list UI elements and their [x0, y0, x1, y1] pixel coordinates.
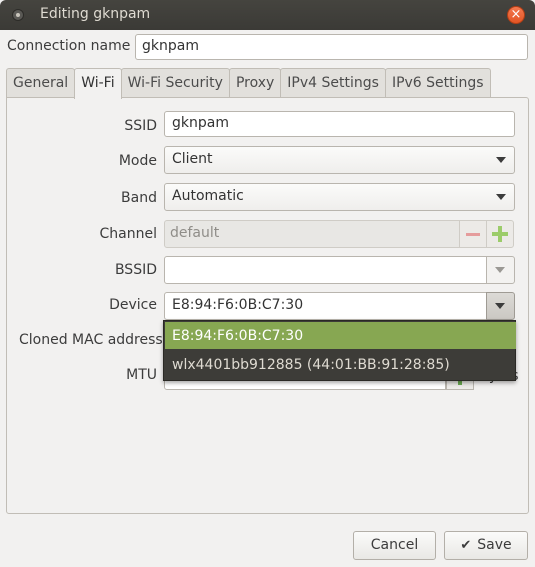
connection-name-label: Connection name [7, 38, 131, 54]
channel-label: Channel [99, 226, 157, 242]
chevron-down-icon [496, 194, 506, 200]
mode-select[interactable]: Client [164, 146, 515, 174]
bssid-input[interactable] [164, 256, 487, 284]
mtu-label: MTU [126, 367, 157, 383]
band-label: Band [121, 190, 157, 206]
device-option-selected[interactable]: E8:94:F6:0B:C7:30 [165, 322, 516, 349]
mode-value: Client [172, 151, 213, 167]
cloned-mac-label: Cloned MAC address [19, 332, 163, 348]
channel-increment-button [486, 220, 514, 248]
save-button-label: Save [477, 537, 512, 553]
save-button[interactable]: ✔ Save [444, 531, 528, 560]
band-select[interactable]: Automatic [164, 183, 515, 211]
window-title: Editing gknpam [40, 6, 151, 22]
channel-decrement-button [459, 220, 487, 248]
bssid-dropdown-button[interactable] [486, 256, 515, 284]
bssid-label: BSSID [114, 262, 157, 278]
check-icon: ✔ [460, 538, 472, 553]
cancel-button[interactable]: Cancel [353, 531, 436, 560]
close-icon[interactable]: × [507, 6, 525, 24]
channel-input: default [164, 220, 460, 248]
device-dropdown-menu: E8:94:F6:0B:C7:30 wlx4401bb912885 (44:01… [163, 320, 516, 381]
device-input[interactable]: E8:94:F6:0B:C7:30 [164, 292, 487, 320]
tab-proxy[interactable]: Proxy [228, 68, 282, 98]
band-value: Automatic [172, 188, 244, 204]
tab-bar: General Wi-Fi Wi-Fi Security Proxy IPv4 … [6, 68, 491, 99]
device-option[interactable]: wlx4401bb912885 (44:01:BB:91:28:85) [165, 351, 516, 378]
connection-name-input[interactable]: gknpam [135, 34, 528, 60]
tab-wifi[interactable]: Wi-Fi [74, 68, 122, 99]
device-dropdown-button[interactable] [486, 292, 515, 320]
chevron-down-icon [496, 157, 506, 163]
ssid-input[interactable]: gknpam [164, 111, 515, 137]
title-bar: Editing gknpam × [0, 0, 535, 30]
window-menu-icon[interactable] [12, 9, 24, 21]
tab-general[interactable]: General [6, 68, 76, 98]
edit-connection-window: Editing gknpam × Connection name gknpam … [0, 0, 535, 567]
mode-label: Mode [118, 153, 157, 169]
cancel-button-label: Cancel [370, 537, 419, 553]
chevron-down-icon [495, 303, 505, 309]
ssid-label: SSID [124, 118, 157, 134]
chevron-down-icon [495, 267, 505, 273]
tab-wifi-security[interactable]: Wi-Fi Security [120, 68, 230, 98]
plus-icon-vertical [498, 226, 502, 242]
tab-ipv4-settings[interactable]: IPv4 Settings [280, 68, 386, 98]
device-label: Device [109, 297, 157, 313]
tab-ipv6-settings[interactable]: IPv6 Settings [384, 68, 491, 98]
minus-icon [466, 233, 480, 236]
